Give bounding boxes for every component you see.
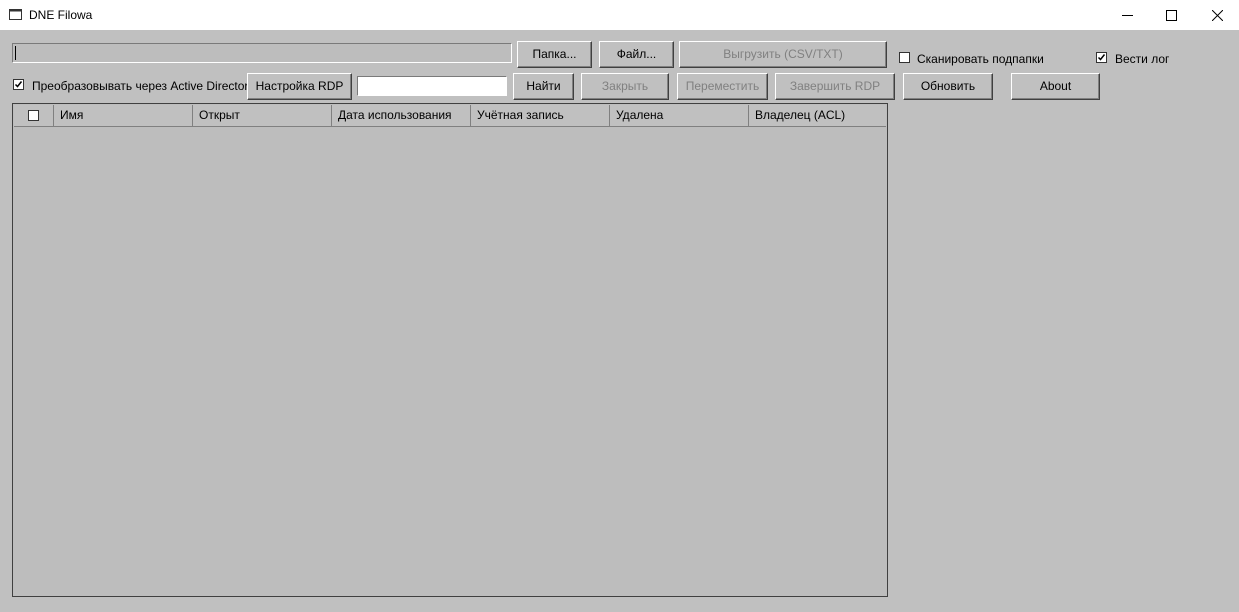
log-checkbox[interactable] xyxy=(1096,52,1107,63)
checkmark-icon xyxy=(14,81,23,88)
select-all-checkbox[interactable] xyxy=(28,110,39,121)
maximize-icon xyxy=(1166,10,1177,21)
window-app-icon xyxy=(9,9,22,20)
checkmark-icon xyxy=(1097,54,1106,61)
column-header-usage-date[interactable]: Дата использования xyxy=(332,105,471,126)
column-header-account[interactable]: Учётная запись xyxy=(471,105,610,126)
scan-subfolders-label: Сканировать подпапки xyxy=(917,52,1044,66)
window-title: DNE Filowa xyxy=(29,8,93,22)
move-button[interactable]: Переместить xyxy=(677,73,768,100)
table-header: Имя Открыт Дата использования Учётная за… xyxy=(14,105,886,127)
path-input[interactable] xyxy=(12,43,512,63)
ad-convert-checkbox[interactable] xyxy=(13,79,24,90)
export-button[interactable]: Выгрузить (CSV/TXT) xyxy=(679,41,887,68)
maximize-button[interactable] xyxy=(1148,0,1194,30)
minimize-icon xyxy=(1122,15,1133,16)
scan-subfolders-checkbox[interactable] xyxy=(899,52,910,63)
end-rdp-button[interactable]: Завершить RDP xyxy=(775,73,895,100)
about-button[interactable]: About xyxy=(1011,73,1100,100)
column-header-owner-acl[interactable]: Владелец (ACL) xyxy=(749,105,886,126)
search-input[interactable] xyxy=(357,76,507,96)
text-caret xyxy=(15,46,16,60)
refresh-button[interactable]: Обновить xyxy=(903,73,993,100)
folder-button[interactable]: Папка... xyxy=(517,41,592,68)
file-button[interactable]: Файл... xyxy=(599,41,674,68)
column-header-opened[interactable]: Открыт xyxy=(193,105,332,126)
close-window-button[interactable] xyxy=(1194,0,1239,30)
column-header-deleted[interactable]: Удалена xyxy=(610,105,749,126)
title-bar: DNE Filowa xyxy=(0,0,1239,30)
find-button[interactable]: Найти xyxy=(513,73,574,100)
column-header-name[interactable]: Имя xyxy=(54,105,193,126)
close-icon xyxy=(1212,10,1223,21)
rdp-settings-button[interactable]: Настройка RDP xyxy=(247,73,352,100)
results-table[interactable]: Имя Открыт Дата использования Учётная за… xyxy=(12,103,888,597)
log-label: Вести лог xyxy=(1115,52,1170,66)
close-button[interactable]: Закрыть xyxy=(581,73,669,100)
minimize-button[interactable] xyxy=(1104,0,1150,30)
ad-convert-label: Преобразовывать через Active Directory xyxy=(32,79,255,93)
select-all-column[interactable] xyxy=(14,105,54,126)
